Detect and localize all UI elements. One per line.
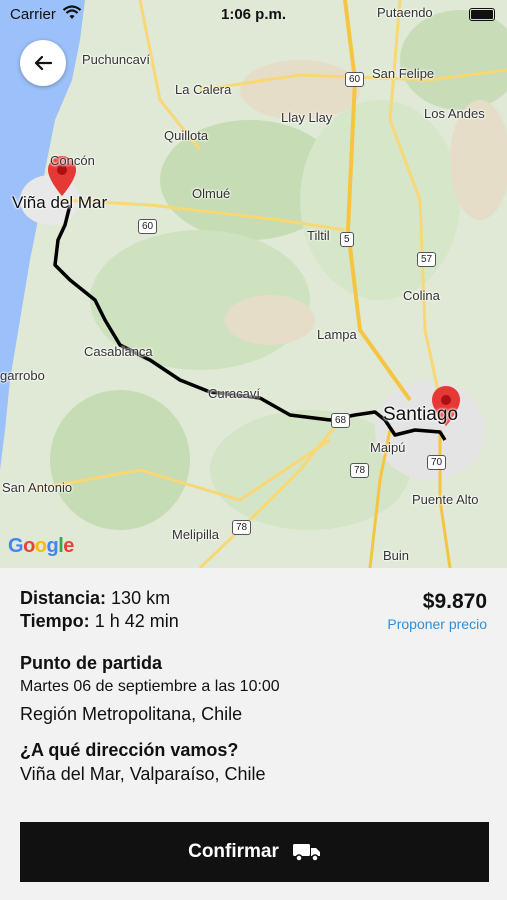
route-shield: 60 xyxy=(345,72,365,87)
route-map[interactable]: Puchuncaví Putaendo La Calera San Felipe… xyxy=(0,0,507,568)
map-label-quillota: Quillota xyxy=(164,128,209,143)
confirm-label: Confirmar xyxy=(188,841,279,862)
destination-value: Viña del Mar, Valparaíso, Chile xyxy=(20,764,266,784)
origin-title: Punto de partida xyxy=(20,653,163,673)
distance-value: 130 km xyxy=(111,588,171,608)
propose-price-link[interactable]: Proponer precio xyxy=(387,616,487,632)
map-label-buin: Buin xyxy=(383,548,410,563)
map-label-melipilla: Melipilla xyxy=(172,527,219,542)
map-label-lampa: Lampa xyxy=(317,327,357,342)
price-value: $9.870 xyxy=(422,590,487,613)
arrow-left-icon xyxy=(34,55,52,71)
map-label-san-antonio: San Antonio xyxy=(2,480,73,495)
distance-row: Distancia: 130 km xyxy=(20,588,170,609)
clock: 1:06 p.m. xyxy=(220,6,287,23)
map-label-colina: Colina xyxy=(403,288,440,303)
time-label: Tiempo: xyxy=(20,611,90,631)
map-label-llay-llay: Llay Llay xyxy=(281,110,333,125)
map-label-puente-alto: Puente Alto xyxy=(412,492,479,507)
origin-datetime: Martes 06 de septiembre a las 10:00 xyxy=(20,678,280,695)
battery-icon xyxy=(469,8,495,21)
confirm-button[interactable]: Confirmar xyxy=(20,822,489,882)
map-label-vina-del-mar: Viña del Mar xyxy=(12,193,108,212)
back-button[interactable] xyxy=(20,40,66,86)
route-shield: 70 xyxy=(427,455,447,470)
map-label-san-felipe: San Felipe xyxy=(372,66,435,81)
status-bar: Carrier 1:06 p.m. xyxy=(0,0,507,30)
truck-icon xyxy=(292,844,320,862)
origin-value: Región Metropolitana, Chile xyxy=(20,704,243,724)
google-logo: Google xyxy=(8,535,74,557)
map-label-los-andes: Los Andes xyxy=(424,106,485,121)
map-canvas xyxy=(0,0,507,568)
map-label-olmue: Olmué xyxy=(192,186,231,201)
map-label-tiltil: Tiltil xyxy=(307,228,330,243)
route-shield: 5 xyxy=(340,232,354,247)
route-shield: 68 xyxy=(331,413,351,428)
distance-label: Distancia: xyxy=(20,588,107,608)
time-value: 1 h 42 min xyxy=(94,611,179,631)
map-label-la-calera: La Calera xyxy=(175,82,232,97)
route-shield: 78 xyxy=(350,463,370,478)
map-label-puchuncavi: Puchuncaví xyxy=(82,52,150,67)
time-row: Tiempo: 1 h 42 min xyxy=(20,611,179,632)
map-label-concon: Concón xyxy=(50,153,95,168)
destination-title: ¿A qué dirección vamos? xyxy=(20,740,239,760)
map-label-curacavi: Curacaví xyxy=(208,386,261,401)
route-shield: 57 xyxy=(417,252,437,267)
map-label-maipu: Maipú xyxy=(370,440,406,455)
route-shield: 78 xyxy=(232,520,252,535)
route-shield: 60 xyxy=(138,219,158,234)
trip-details-panel: Distancia: 130 km Tiempo: 1 h 42 min $9.… xyxy=(0,568,507,900)
map-label-santiago: Santiago xyxy=(383,404,459,425)
map-label-casablanca: Casablanca xyxy=(84,344,153,359)
map-label-algarrobo: garrobo xyxy=(0,368,45,383)
